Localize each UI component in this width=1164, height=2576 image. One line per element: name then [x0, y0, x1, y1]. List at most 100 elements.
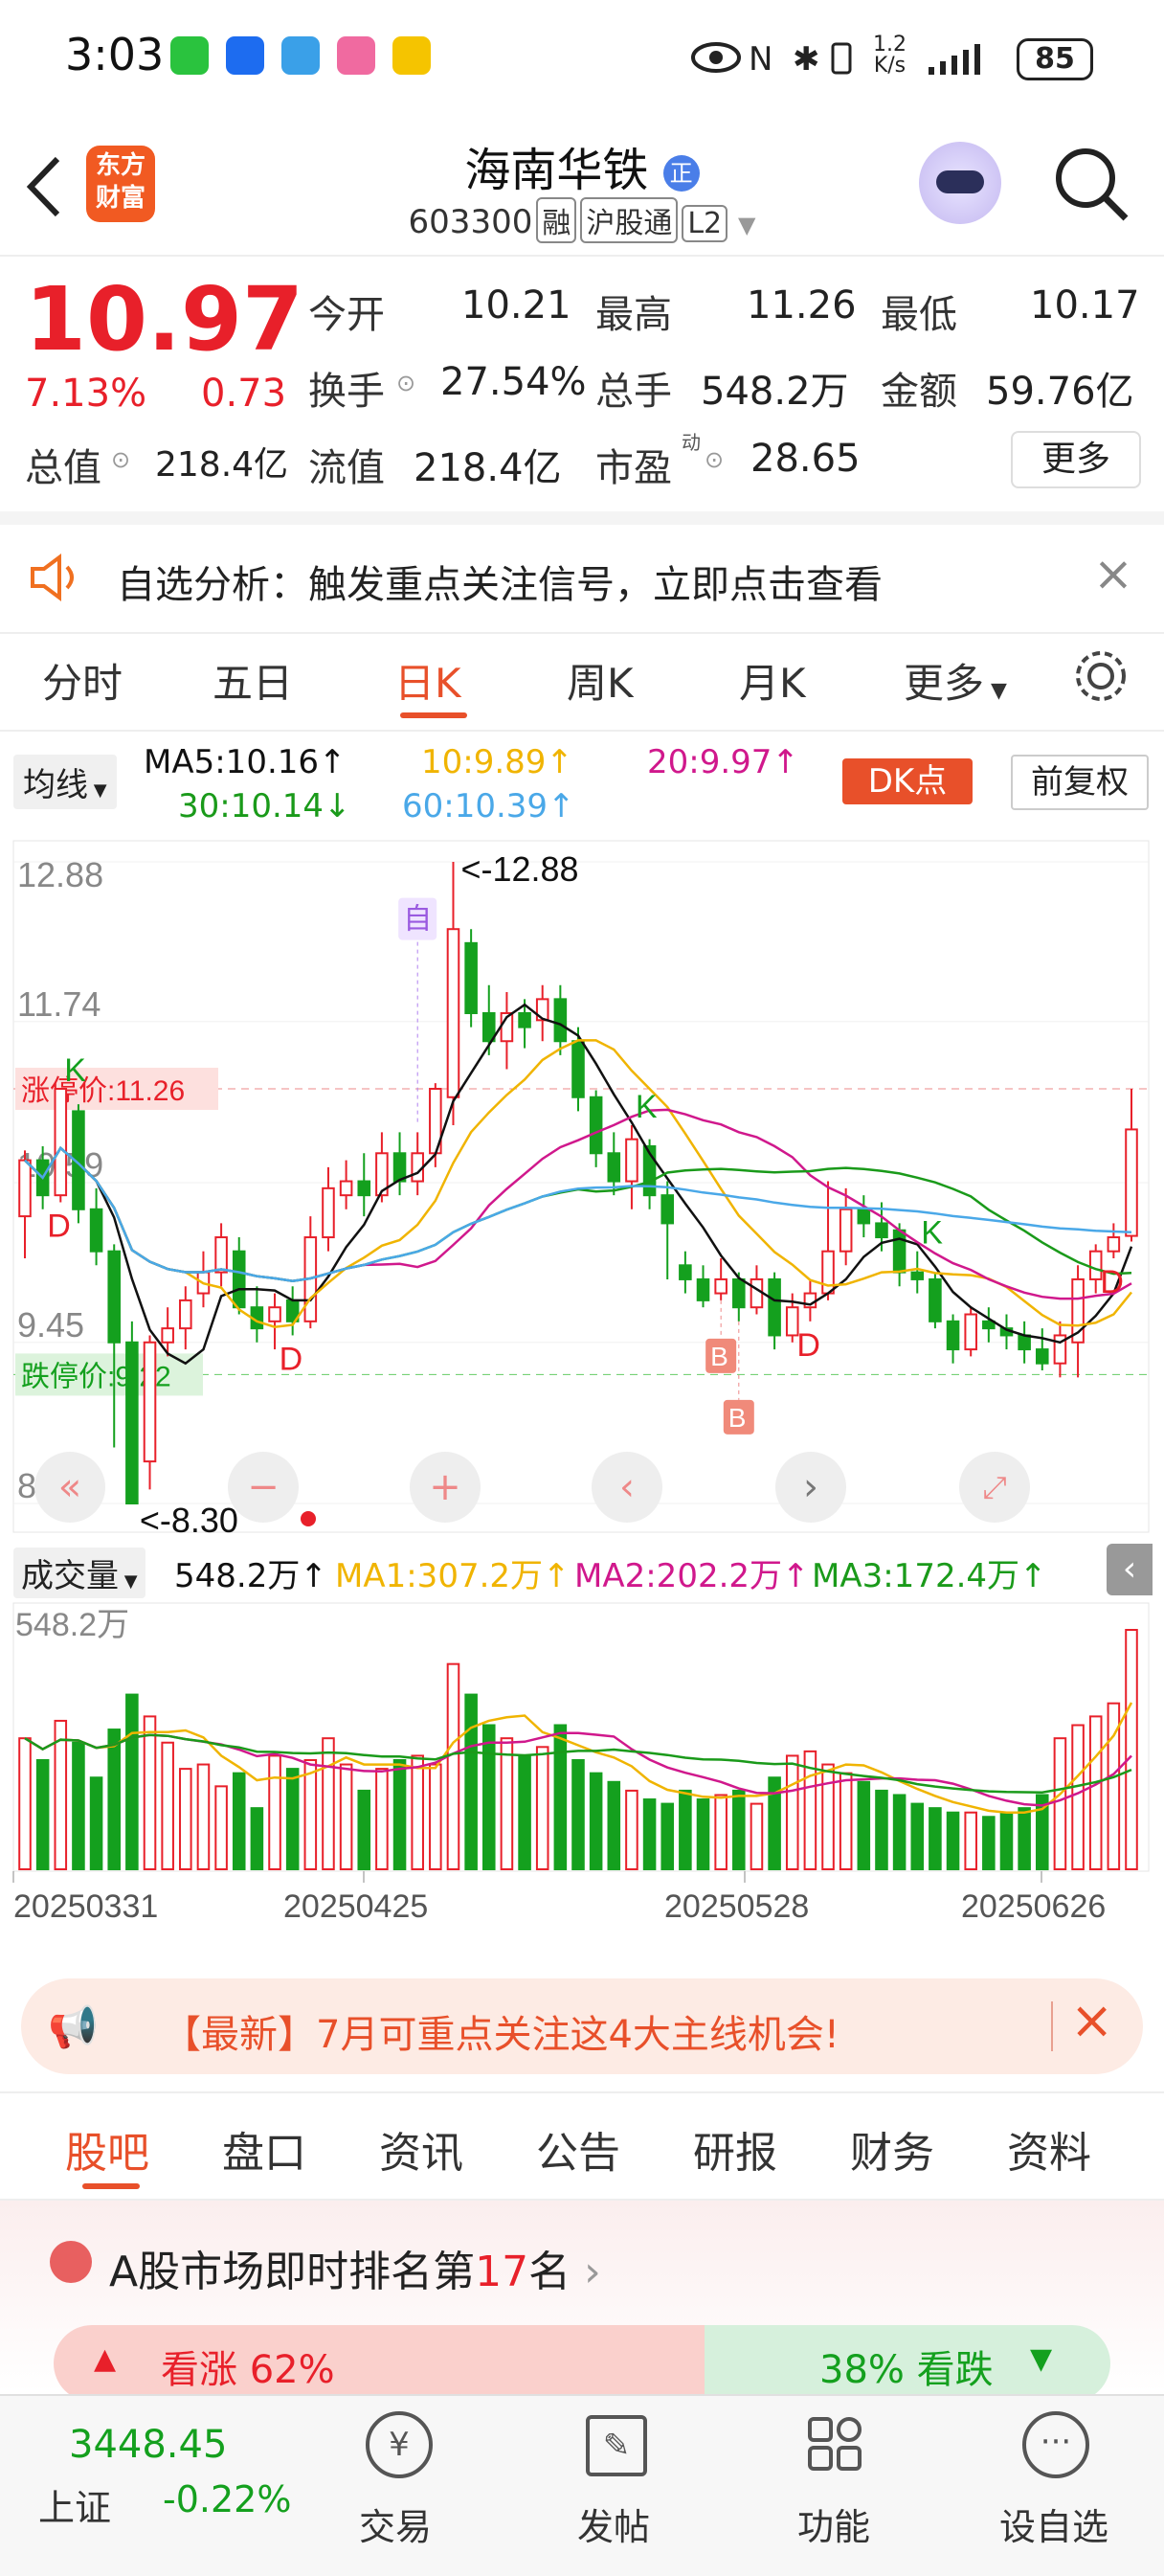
x-tick-label: 20250626: [961, 1888, 1106, 1925]
candle-body: [179, 1299, 192, 1330]
rewind-icon[interactable]: «: [34, 1452, 105, 1523]
tab-more[interactable]: 更多 ▼: [904, 651, 1007, 710]
close-icon[interactable]: ×: [1093, 546, 1133, 601]
candle-body: [768, 1277, 781, 1337]
banner-divider: [1051, 2001, 1053, 2051]
volume-bar: [339, 1763, 353, 1870]
signal-d-label: D: [47, 1208, 71, 1244]
dk-point-button[interactable]: DK点: [842, 758, 973, 804]
fullscreen-icon[interactable]: ⤢: [959, 1452, 1030, 1523]
ma20-label: 20:9.97↑: [647, 743, 799, 781]
volume-bar: [553, 1724, 568, 1870]
info-icon: ⊙: [111, 446, 131, 473]
tab-timeshare[interactable]: 分时: [42, 651, 123, 710]
volume-bar: [464, 1693, 478, 1870]
volume-chart: 548.2万 20250331 20250425 20250528 20250626: [12, 1602, 1150, 1925]
ma-selector[interactable]: 均线 ▼: [13, 755, 117, 809]
y-tick-label: 12.88: [17, 855, 103, 894]
status-bar: 3:03 N ✱ 1.2 K/s 85: [0, 0, 1164, 115]
trade-label: 交易: [358, 2506, 432, 2548]
index-name[interactable]: 上证: [38, 2478, 111, 2531]
volume-bar: [821, 1763, 835, 1870]
speaker-icon: [31, 554, 74, 601]
tab-announcements[interactable]: 公告: [536, 2118, 620, 2180]
robot-assistant-icon[interactable]: [919, 142, 1001, 224]
down-arrow-icon: ▼: [1030, 2342, 1053, 2376]
watch-label: 设自选: [998, 2506, 1108, 2548]
tab-indicator: [400, 712, 467, 718]
bear-bar[interactable]: 38% 看跌 ▼: [705, 2325, 1110, 2402]
candle-body: [161, 1327, 174, 1344]
candle-body: [679, 1264, 692, 1280]
index-change[interactable]: -0.22%: [163, 2478, 291, 2520]
zoom-out-icon[interactable]: −: [228, 1452, 299, 1523]
tab-five-day[interactable]: 五日: [213, 651, 293, 710]
amount-label: 金额: [881, 370, 957, 414]
function-button[interactable]: 功能: [762, 2411, 906, 2555]
tab-finance[interactable]: 财务: [850, 2118, 934, 2180]
grid-icon: [808, 2417, 862, 2471]
forward-adjust-button[interactable]: 前复权: [1011, 755, 1149, 810]
tab-pankou[interactable]: 盘口: [222, 2118, 306, 2180]
volume-bar: [982, 1816, 996, 1871]
zhifubao-icon: [226, 36, 264, 75]
settings-gear-icon[interactable]: [1072, 647, 1130, 705]
svg-text:N: N: [749, 40, 772, 77]
tab-guba[interactable]: 股吧: [65, 2118, 149, 2180]
index-value[interactable]: 3448.45: [69, 2423, 227, 2467]
tab-weekly-k[interactable]: 周K: [567, 651, 634, 710]
candle-body: [910, 1271, 925, 1280]
signal-d-label: D: [280, 1341, 303, 1377]
ranking-panel[interactable]: A股市场即时排名第17名 › ▲ 看涨 62% 38% 看跌 ▼: [0, 2201, 1164, 2402]
tab-profile[interactable]: 资料: [1007, 2118, 1091, 2180]
mktcap-value: 218.4亿: [155, 445, 289, 485]
volume-bar: [732, 1789, 746, 1871]
volume-bar: [285, 1768, 300, 1870]
volume-bar: [1018, 1807, 1031, 1871]
more-dots-icon: ···: [1022, 2411, 1089, 2478]
volume-bar: [929, 1807, 942, 1871]
promo-banner[interactable]: 📢 【最新】7月可重点关注这4大主线机会! ×: [21, 1978, 1143, 2074]
svg-text:✱: ✱: [793, 40, 820, 77]
volume-bar: [268, 1754, 281, 1870]
candle-body: [875, 1222, 888, 1239]
candlestick-chart[interactable]: 12.8811.7410.599.458.30涨停价:11.26跌停价:9.22…: [0, 833, 1164, 1542]
candle-body: [89, 1208, 103, 1253]
volume-selector[interactable]: 成交量 ▼: [13, 1548, 146, 1598]
volume-bar: [481, 1724, 496, 1870]
add-watchlist-button[interactable]: ··· 设自选: [982, 2411, 1126, 2555]
close-icon[interactable]: ×: [1070, 1990, 1113, 2050]
banner-text: 【最新】7月可重点关注这4大主线机会!: [163, 2013, 839, 2057]
volume-bar: [143, 1715, 157, 1870]
notice-bar[interactable]: 自选分析：触发重点关注信号，立即点击查看 ×: [0, 511, 1164, 634]
up-arrow-icon: ▲: [94, 2342, 117, 2376]
search-icon[interactable]: [1051, 144, 1131, 224]
volume-bar: [999, 1811, 1014, 1871]
mktcap-label: 总值: [25, 446, 101, 490]
next-icon[interactable]: ›: [775, 1452, 846, 1523]
post-button[interactable]: ✎ 发帖: [542, 2411, 685, 2555]
volume-bar: [714, 1794, 728, 1871]
turnover-value: 27.54%: [440, 360, 587, 404]
tab-research[interactable]: 研报: [693, 2118, 777, 2180]
volume-bar: [446, 1662, 460, 1870]
tab-news[interactable]: 资讯: [379, 2118, 463, 2180]
volume-bar: [72, 1741, 85, 1870]
volume-bar: [35, 1758, 50, 1870]
volume-bar: [785, 1754, 799, 1870]
candle-body: [589, 1096, 603, 1155]
trade-button[interactable]: ¥ 交易: [324, 2411, 467, 2555]
tab-monthly-k[interactable]: 月K: [739, 651, 806, 710]
volume-bar: [161, 1741, 174, 1870]
prev-icon[interactable]: ‹: [592, 1452, 662, 1523]
bull-bar[interactable]: ▲ 看涨 62%: [54, 2325, 705, 2402]
tab-daily-k[interactable]: 日K: [394, 651, 461, 710]
ma30-label: 30:10.14↓: [178, 787, 351, 825]
more-button[interactable]: 更多: [1011, 431, 1141, 488]
low-value: 10.17: [1030, 283, 1140, 328]
limit-up-label: 涨停价:11.26: [21, 1075, 185, 1107]
collapse-icon[interactable]: ‹: [1107, 1544, 1153, 1595]
ranking-title: A股市场即时排名第17名 ›: [109, 2248, 601, 2296]
zoom-in-icon[interactable]: +: [410, 1452, 481, 1523]
candle-body: [268, 1306, 281, 1322]
